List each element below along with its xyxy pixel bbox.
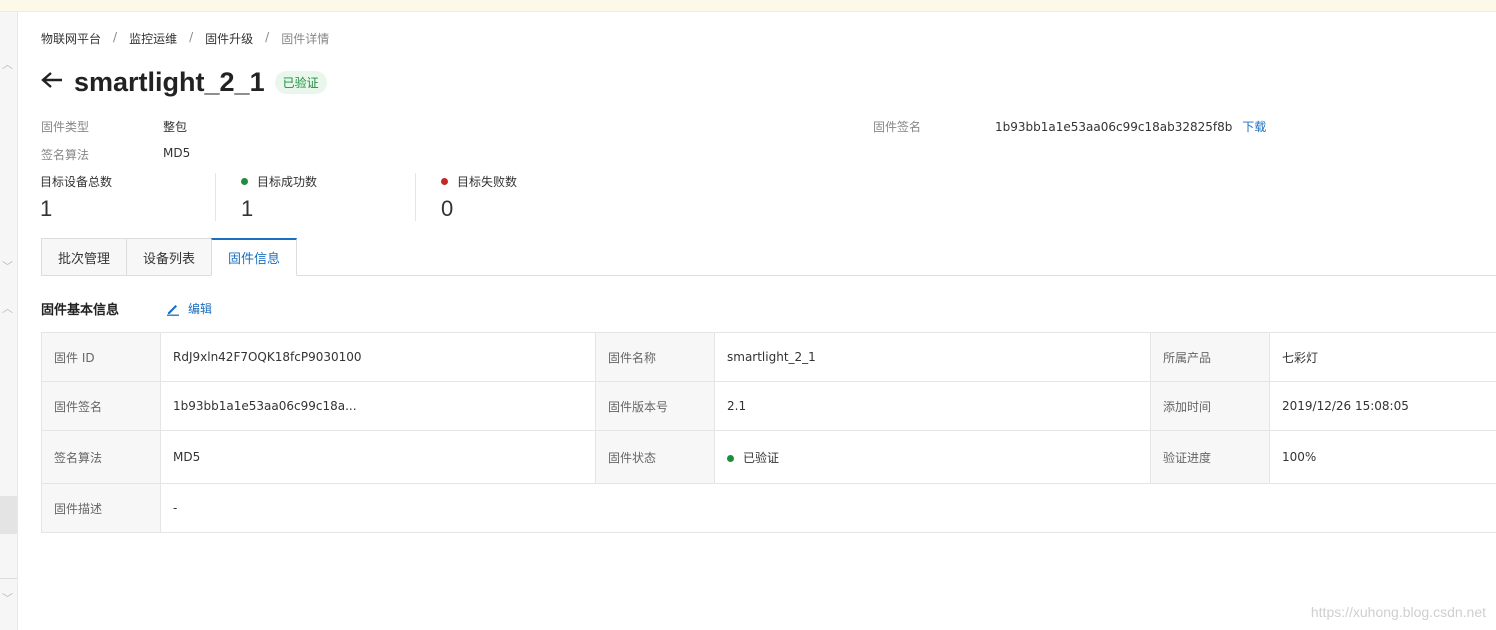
- chevron-up-icon[interactable]: ︿: [2, 56, 13, 72]
- field-label: 所属产品: [1150, 332, 1270, 382]
- field-value: RdJ9xln42F7OQK18fcP9030100: [160, 332, 596, 382]
- field-value: MD5: [160, 430, 596, 484]
- firmware-info-table: 固件 ID RdJ9xln42F7OQK18fcP9030100 固件名称 sm…: [41, 332, 1496, 533]
- divider: [0, 578, 17, 579]
- sign-hash: 1b93bb1a1e53aa06c99c18ab32825f8b: [995, 120, 1233, 134]
- tab-firmware-info[interactable]: 固件信息: [211, 238, 298, 276]
- field-label: 验证进度: [1150, 430, 1270, 484]
- meta-algo-value: MD5: [163, 146, 191, 160]
- stat-label: 目标设备总数: [40, 175, 113, 189]
- sidebar-selected-item[interactable]: [0, 496, 17, 534]
- field-label: 添加时间: [1150, 381, 1270, 431]
- edit-button[interactable]: 编辑: [166, 300, 212, 317]
- edit-label: 编辑: [188, 302, 213, 316]
- divider: [415, 173, 416, 221]
- breadcrumb-separator: /: [189, 30, 194, 44]
- stat-value: 1: [241, 196, 254, 221]
- chevron-down-icon[interactable]: ﹀: [2, 590, 13, 606]
- tab-bar: 批次管理 设备列表 固件信息: [41, 238, 298, 276]
- stat-label: 目标失败数: [457, 175, 518, 189]
- status-badge: 已验证: [274, 70, 327, 94]
- field-label: 签名算法: [41, 430, 161, 484]
- section-title: 固件基本信息: [41, 303, 120, 318]
- chevron-down-icon[interactable]: ﹀: [2, 258, 13, 274]
- breadcrumb-item[interactable]: 物联网平台: [41, 30, 101, 47]
- page-title: smartlight_2_1: [74, 66, 265, 97]
- breadcrumb-separator: /: [113, 30, 118, 44]
- stat-label-row: 目标成功数: [241, 173, 317, 190]
- table-row: 固件描述 -: [41, 483, 1496, 533]
- page-header: smartlight_2_1 已验证: [40, 64, 327, 100]
- breadcrumb-current: 固件详情: [281, 32, 330, 46]
- breadcrumb-separator: /: [265, 30, 270, 44]
- stat-total: 目标设备总数 1: [40, 173, 112, 221]
- field-label: 固件签名: [41, 381, 161, 431]
- field-label: 固件状态: [595, 430, 715, 484]
- chevron-up-icon[interactable]: ︿: [2, 300, 13, 316]
- success-dot-icon: [241, 178, 248, 185]
- divider: [215, 173, 216, 221]
- left-sidebar: ︿ ﹀ ︿ ﹀: [0, 12, 18, 630]
- field-value: 七彩灯: [1269, 332, 1496, 382]
- meta-sign-label: 固件签名: [873, 120, 922, 134]
- field-value: 2019/12/26 15:08:05: [1269, 381, 1496, 431]
- table-row: 固件签名 1b93bb1a1e53aa06c99c18a... 固件版本号 2.…: [41, 381, 1496, 431]
- download-link[interactable]: 下载: [1242, 120, 1266, 134]
- notice-bar: [0, 0, 1496, 12]
- field-label: 固件版本号: [595, 381, 715, 431]
- field-value: 2.1: [714, 381, 1151, 431]
- stat-success: 目标成功数 1: [241, 173, 317, 221]
- meta-type-label: 固件类型: [41, 120, 90, 134]
- breadcrumb: 物联网平台 / 监控运维 / 固件升级 / 固件详情: [41, 30, 329, 47]
- tab-batch-management[interactable]: 批次管理: [41, 238, 127, 276]
- field-value: smartlight_2_1: [714, 332, 1151, 382]
- table-row: 签名算法 MD5 固件状态 已验证 验证进度 100%: [41, 430, 1496, 484]
- table-row: 固件 ID RdJ9xln42F7OQK18fcP9030100 固件名称 sm…: [41, 332, 1496, 382]
- breadcrumb-item[interactable]: 固件升级: [205, 30, 253, 47]
- stat-label-row: 目标失败数: [441, 173, 517, 190]
- verified-dot-icon: [727, 454, 734, 462]
- field-label: 固件 ID: [41, 332, 161, 382]
- back-arrow-icon[interactable]: [40, 70, 64, 94]
- status-text: 已验证: [743, 450, 780, 465]
- failure-dot-icon: [441, 178, 448, 185]
- field-value: 1b93bb1a1e53aa06c99c18a...: [160, 381, 596, 431]
- stat-value: 0: [441, 196, 454, 221]
- watermark: https://xuhong.blog.csdn.net: [1310, 604, 1486, 620]
- field-label: 固件描述: [41, 483, 161, 533]
- field-value: -: [160, 483, 1496, 533]
- breadcrumb-item[interactable]: 监控运维: [129, 30, 177, 47]
- field-value-status: 已验证: [714, 430, 1151, 484]
- field-value: 100%: [1269, 430, 1496, 484]
- meta-type-value: 整包: [163, 120, 188, 134]
- stat-failed: 目标失败数 0: [441, 173, 517, 221]
- meta-algo-label: 签名算法: [41, 148, 90, 162]
- field-label: 固件名称: [595, 332, 715, 382]
- stat-value: 1: [40, 196, 53, 221]
- tab-device-list[interactable]: 设备列表: [126, 238, 212, 276]
- stat-label: 目标成功数: [257, 175, 318, 189]
- meta-sign-value: 1b93bb1a1e53aa06c99c18ab32825f8b 下载: [995, 118, 1266, 135]
- edit-pencil-icon: [167, 304, 179, 316]
